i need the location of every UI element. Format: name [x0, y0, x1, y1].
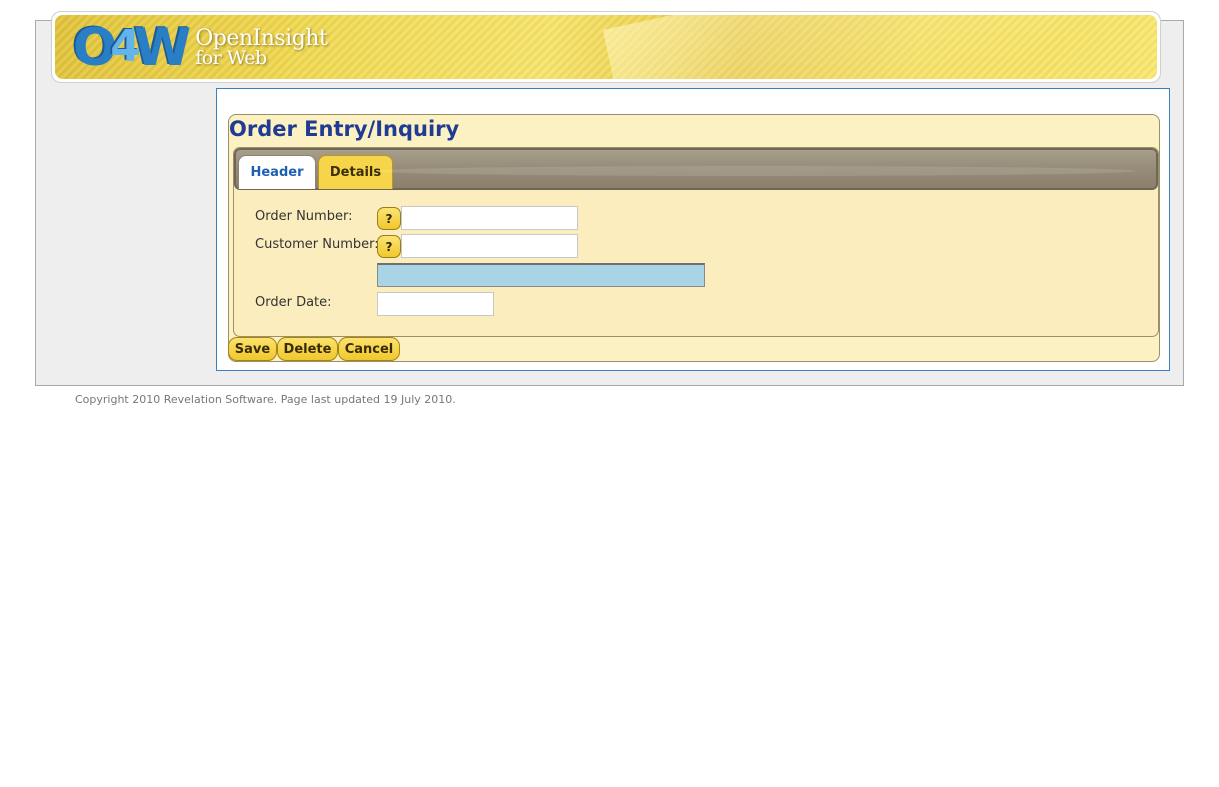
save-button[interactable]: Save: [228, 337, 277, 361]
header-banner: O4W OpenInsight for Web: [51, 11, 1161, 83]
delete-button[interactable]: Delete: [277, 337, 338, 361]
tab-details[interactable]: Details: [318, 155, 393, 189]
order-form-panel: Order Entry/Inquiry Header Details Order…: [228, 114, 1160, 362]
customer-number-help-button[interactable]: ?: [377, 235, 401, 258]
o4w-logo: O4W OpenInsight for Web: [73, 17, 328, 79]
customer-description-field: [377, 263, 705, 287]
logo-line-openinsight: OpenInsight: [195, 25, 328, 51]
page-title: Order Entry/Inquiry: [229, 117, 460, 141]
tab-header[interactable]: Header: [238, 155, 316, 189]
footer-copyright: Copyright 2010 Revelation Software. Page…: [75, 393, 456, 406]
tab-bar: Header Details: [234, 148, 1158, 190]
order-number-input[interactable]: [401, 206, 578, 230]
order-date-input[interactable]: [377, 292, 494, 316]
banner-background: O4W OpenInsight for Web: [55, 15, 1157, 79]
logo-text: OpenInsight for Web: [195, 25, 328, 70]
customer-number-label: Customer Number:: [255, 237, 379, 252]
order-number-label: Order Number:: [255, 209, 353, 224]
order-number-help-button[interactable]: ?: [377, 207, 401, 230]
tab-container: Header Details Order Number: ? Customer …: [233, 147, 1159, 337]
customer-number-input[interactable]: [401, 234, 578, 258]
cancel-button[interactable]: Cancel: [338, 337, 400, 361]
logo-mark: O4W: [73, 18, 191, 78]
main-content: Order Entry/Inquiry Header Details Order…: [216, 88, 1170, 371]
order-date-label: Order Date:: [255, 295, 332, 310]
logo-line-for-web: for Web: [195, 47, 267, 70]
